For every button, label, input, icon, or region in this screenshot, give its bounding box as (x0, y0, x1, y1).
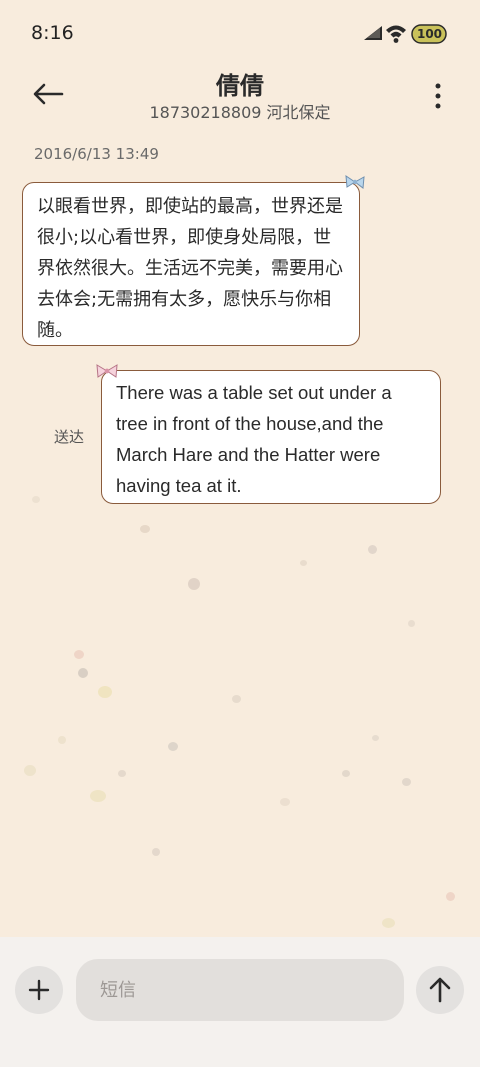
add-attachment-button[interactable] (15, 966, 63, 1014)
messaging-screen: 8:16 100 倩倩 18730218809 河北保定 2016/6/13 1… (0, 0, 480, 1067)
battery-level: 100 (416, 27, 443, 41)
conversation-header: 倩倩 18730218809 河北保定 (0, 66, 480, 130)
plus-icon (28, 979, 50, 1001)
cellular-signal-icon (364, 26, 382, 40)
message-text: There was a table set out under a tree i… (116, 382, 397, 496)
composer-bar (0, 937, 480, 1067)
message-text: 以眼看世界，即使站的最高，世界还是很小;以心看世界，即使身处局限，世界依然很大。… (37, 196, 343, 341)
arrow-up-icon (429, 977, 451, 1003)
contact-name[interactable]: 倩倩 (0, 66, 480, 101)
bow-decoration-icon (345, 175, 365, 189)
contact-subtitle: 18730218809 河北保定 (149, 103, 331, 122)
status-bar: 8:16 100 (0, 0, 480, 66)
status-time: 8:16 (31, 22, 74, 44)
more-options-button[interactable] (426, 78, 450, 114)
send-button[interactable] (416, 966, 464, 1014)
incoming-message-bubble[interactable]: 以眼看世界，即使站的最高，世界还是很小;以心看世界，即使身处局限，世界依然很大。… (22, 182, 360, 346)
message-input[interactable] (76, 959, 404, 1021)
more-vertical-icon (435, 83, 441, 109)
outgoing-message-bubble[interactable]: There was a table set out under a tree i… (101, 370, 441, 504)
wifi-icon (386, 25, 406, 43)
message-timestamp: 2016/6/13 13:49 (34, 145, 159, 163)
bow-decoration-icon (96, 364, 118, 378)
delivery-status: 送达 (54, 428, 85, 446)
status-icons: 100 (364, 22, 450, 46)
